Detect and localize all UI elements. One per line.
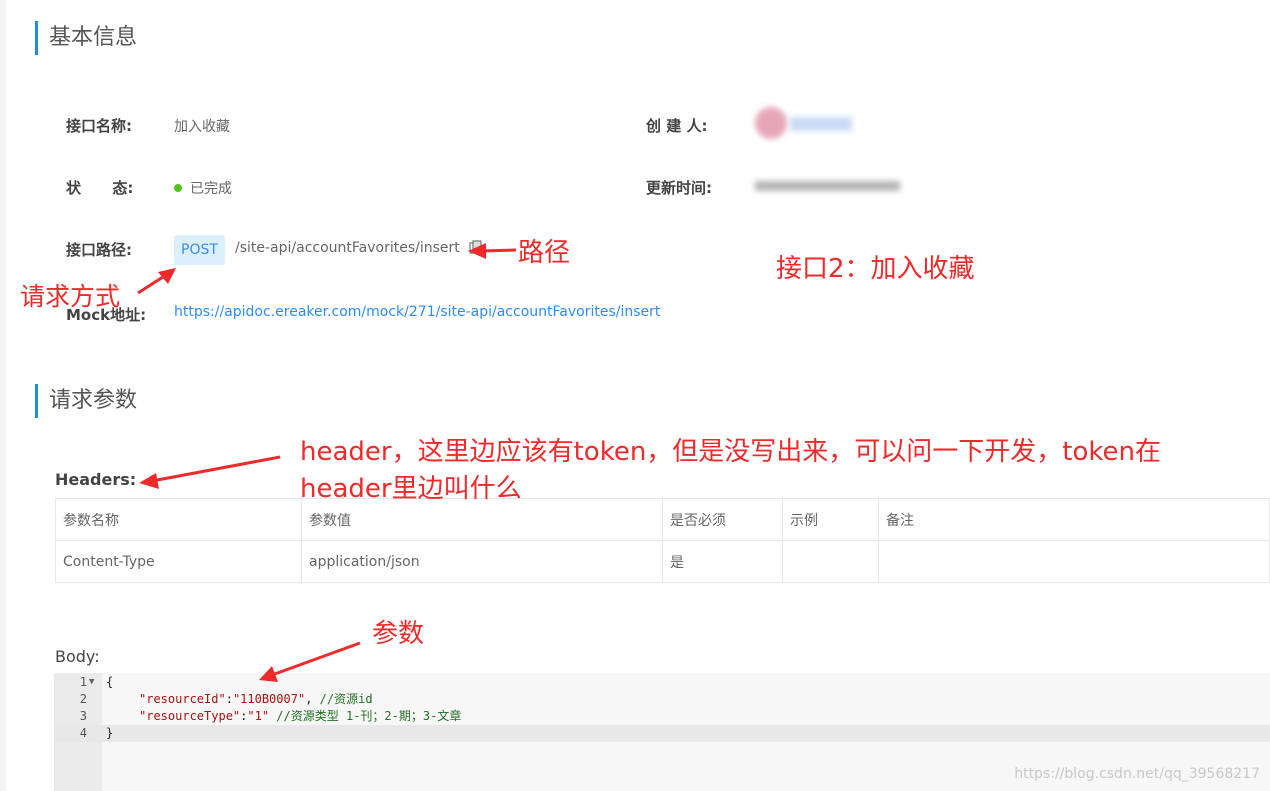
json-value: "1": [247, 709, 270, 723]
updated-time-label: 更新时间:: [646, 179, 712, 197]
col-remark: 备注: [878, 498, 1270, 541]
json-key: "resourceId": [139, 692, 226, 706]
status-label: 状 态:: [66, 179, 134, 197]
section-title-request-params: 请求参数: [35, 384, 137, 418]
code-line: 1 ▼ {: [54, 674, 1270, 691]
line-number: 1: [79, 675, 87, 689]
updated-time-redacted: [755, 181, 900, 191]
json-comment: //资源类型 1-刊；2-期；3-文章: [269, 709, 462, 723]
line-number: 4: [79, 726, 87, 740]
code-line: 3 "resourceType":"1" //资源类型 1-刊；2-期；3-文章: [54, 708, 1270, 725]
line-number: 3: [79, 709, 87, 723]
headers-label: Headers:: [55, 470, 137, 489]
headers-table-header-row: 参数名称 参数值 是否必须 示例 备注: [55, 498, 1270, 541]
code-text: "resourceType":"1" //资源类型 1-刊；2-期；3-文章: [139, 708, 461, 725]
interface-name-label: 接口名称:: [66, 117, 132, 135]
col-required: 是否必须: [662, 498, 783, 541]
col-param-name: 参数名称: [55, 498, 302, 541]
code-line-active: 4 }: [54, 725, 1270, 742]
cell-example: [782, 540, 879, 583]
cell-param-value: application/json: [301, 540, 663, 583]
status-value: 已完成: [174, 178, 232, 198]
body-label: Body:: [55, 647, 100, 666]
code-text: "resourceId":"110B0007", //资源id: [139, 691, 373, 708]
json-comment: //资源id: [319, 692, 373, 706]
watermark: https://blog.csdn.net/qq_39568217: [1014, 766, 1260, 782]
method-badge: POST: [174, 235, 225, 265]
creator-name-redacted: [790, 117, 852, 131]
interface-name-value: 加入收藏: [174, 119, 230, 135]
path-value: /site-api/accountFavorites/insert: [235, 240, 460, 256]
code-line: 2 "resourceId":"110B0007", //资源id: [54, 691, 1270, 708]
annotation-path: 路径: [518, 238, 571, 268]
creator-avatar[interactable]: [755, 107, 787, 139]
path-label: 接口路径:: [66, 241, 132, 259]
table-row: Content-Type application/json 是: [55, 540, 1270, 583]
json-comma: ,: [305, 692, 320, 706]
col-example: 示例: [782, 498, 879, 541]
mock-url-link[interactable]: https://apidoc.ereaker.com/mock/271/site…: [174, 304, 660, 320]
copy-icon[interactable]: [469, 240, 482, 254]
line-number: 2: [79, 692, 87, 706]
creator-label: 创 建 人:: [646, 117, 708, 135]
status-text: 已完成: [190, 181, 232, 197]
annotation-header-line2: header里边叫什么: [300, 474, 522, 504]
cell-remark: [878, 540, 1270, 583]
status-dot: [174, 184, 182, 192]
code-text: {: [106, 675, 114, 689]
left-edge-strip: [0, 0, 6, 791]
cell-required: 是: [662, 540, 783, 583]
section-title-basic-info: 基本信息: [35, 21, 137, 55]
json-key: "resourceType": [139, 709, 241, 723]
fold-toggle-icon[interactable]: ▼: [89, 674, 94, 691]
cell-param-name: Content-Type: [55, 540, 302, 583]
headers-table: 参数名称 参数值 是否必须 示例 备注 Content-Type applica…: [55, 498, 1270, 583]
annotation-method: 请求方式: [20, 282, 121, 311]
json-colon: :: [225, 692, 233, 706]
annotation-params: 参数: [372, 619, 425, 649]
code-text: }: [106, 726, 114, 740]
annotation-header-line1: header，这里边应该有token，但是没写出来，可以问一下开发，token在: [300, 437, 1162, 467]
annotation-api-name: 接口2：加入收藏: [776, 254, 975, 284]
json-value: "110B0007": [232, 692, 306, 706]
